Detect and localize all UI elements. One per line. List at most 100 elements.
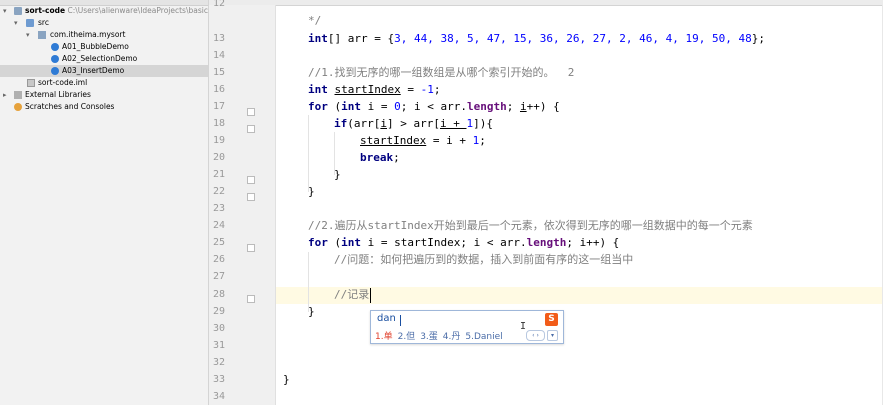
code-text: i =: [361, 100, 395, 113]
fold-marker[interactable]: [247, 193, 255, 201]
ime-candidate-window[interactable]: dan S 1.单 2.但 3.蛋 4.丹 5.Daniel ‹ › ▾: [370, 310, 564, 344]
ime-candidate[interactable]: 2.但: [398, 332, 416, 342]
ime-page-arrows-icon[interactable]: ‹ ›: [526, 330, 545, 341]
sogou-logo-icon[interactable]: S: [545, 313, 558, 326]
code-text: ;: [506, 100, 520, 113]
code-keyword: int: [341, 100, 361, 113]
tree-item-label: A01_BubbleDemo: [62, 42, 129, 51]
ime-menu-icon[interactable]: ▾: [547, 330, 558, 341]
line-number: 32: [212, 357, 225, 368]
code-text: (: [327, 100, 342, 113]
code-comment[interactable]: //2.遍历从startIndex开始到最后一个元素，依次得到无序的哪一组数据中…: [308, 217, 753, 234]
code-variable: i +: [439, 117, 467, 130]
class-icon: [51, 43, 59, 51]
editor-tab-strip: [209, 0, 883, 6]
code-text: (arr[: [347, 117, 381, 130]
line-number: 24: [212, 220, 225, 231]
code-line[interactable]: }: [334, 166, 341, 183]
library-icon: [14, 91, 22, 99]
project-tool-window: ▾ sort-code C:\Users\alienware\IdeaProje…: [0, 0, 209, 405]
tree-item-class[interactable]: A01_BubbleDemo: [0, 41, 208, 53]
line-number: 22: [212, 186, 225, 197]
module-file-icon: [27, 79, 35, 87]
chevron-down-icon[interactable]: ▾: [14, 17, 18, 29]
code-keyword: int: [308, 32, 328, 45]
ime-candidate[interactable]: 4.丹: [443, 332, 461, 342]
tree-item-package[interactable]: ▾ com.itheima.mysort: [0, 29, 208, 41]
code-comment-current[interactable]: //记录: [334, 286, 369, 303]
line-number: 27: [212, 271, 225, 282]
code-line[interactable]: startIndex = i + 1;: [360, 132, 486, 149]
fold-marker[interactable]: [247, 244, 255, 252]
line-number: 12: [212, 0, 225, 9]
code-comment[interactable]: //1.找到无序的哪一组数组是从哪个索引开始的。 2: [308, 64, 574, 81]
code-line[interactable]: */: [308, 12, 321, 29]
code-line[interactable]: }: [283, 371, 290, 388]
tree-item-class-selected[interactable]: A03_InsertDemo: [0, 65, 208, 77]
code-field: length: [466, 100, 507, 113]
code-line[interactable]: break;: [360, 149, 400, 166]
code-line[interactable]: }: [308, 303, 315, 320]
chevron-down-icon[interactable]: ▾: [3, 5, 7, 17]
code-line[interactable]: if(arr[i] > arr[i + 1]){: [334, 115, 493, 132]
tree-item-root[interactable]: ▾ sort-code C:\Users\alienware\IdeaProje…: [0, 5, 208, 17]
code-text: [] arr = {: [327, 32, 395, 45]
fold-marker[interactable]: [247, 176, 255, 184]
line-number: 19: [212, 135, 225, 146]
code-text: =: [400, 83, 421, 96]
tree-item-iml[interactable]: sort-code.iml: [0, 77, 208, 89]
class-icon: [51, 55, 59, 63]
tree-item-scratches[interactable]: Scratches and Consoles: [0, 101, 208, 113]
code-variable: startIndex: [334, 83, 401, 96]
tree-item-src[interactable]: ▾ src: [0, 17, 208, 29]
code-text: ]){: [473, 117, 493, 130]
tree-item-label: sort-code.iml: [38, 78, 88, 87]
code-keyword: break: [360, 151, 394, 164]
package-icon: [38, 31, 46, 39]
code-text: (: [327, 236, 342, 249]
ime-candidate[interactable]: 5.Daniel: [465, 332, 502, 342]
code-line[interactable]: }: [308, 183, 315, 200]
line-number: 21: [212, 169, 225, 180]
chevron-down-icon[interactable]: ▾: [26, 29, 30, 41]
line-number: 15: [212, 67, 225, 78]
line-number: 34: [212, 391, 225, 402]
line-number: 30: [212, 323, 225, 334]
code-field: length: [526, 236, 567, 249]
code-line[interactable]: for (int i = 0; i < arr.length; i++) {: [308, 98, 560, 115]
line-number: 20: [212, 152, 225, 163]
ime-candidate[interactable]: 1.单: [375, 332, 393, 342]
line-number: 33: [212, 374, 225, 385]
code-line[interactable]: int[] arr = {3, 44, 38, 5, 47, 15, 36, 2…: [308, 30, 765, 47]
line-number: 29: [212, 306, 225, 317]
fold-marker[interactable]: [247, 108, 255, 116]
code-line[interactable]: for (int i = startIndex; i < arr.length;…: [308, 234, 619, 251]
code-comment[interactable]: //问题：如何把遍历到的数据，插入到前面有序的这一组当中: [334, 251, 633, 268]
ime-candidate[interactable]: 3.蛋: [420, 332, 438, 342]
chevron-right-icon[interactable]: ▸: [3, 89, 7, 101]
fold-marker[interactable]: [247, 125, 255, 133]
text-cursor-icon: I: [520, 321, 527, 332]
code-keyword: for: [308, 100, 328, 113]
tree-item-label: src: [38, 18, 49, 27]
fold-marker[interactable]: [247, 295, 255, 303]
code-keyword: int: [341, 236, 361, 249]
gutter-separator: [275, 5, 276, 405]
tree-item-class[interactable]: A02_SelectionDemo: [0, 53, 208, 65]
folder-icon: [14, 7, 22, 15]
code-text: ; i < arr.: [400, 100, 467, 113]
code-text: ;: [479, 134, 486, 147]
project-path: C:\Users\alienware\IdeaProjects\basic-co…: [67, 6, 209, 15]
code-text: ;: [433, 83, 441, 96]
code-text: ;: [393, 151, 400, 164]
code-number: 3, 44, 38, 5, 47, 15, 36, 26, 27, 2, 46,…: [394, 32, 752, 45]
tree-item-external-libraries[interactable]: ▸ External Libraries: [0, 89, 208, 101]
ime-caret: [400, 315, 401, 326]
tree-item-label: External Libraries: [25, 90, 91, 99]
code-text: ++) {: [526, 100, 560, 113]
line-number: 26: [212, 254, 225, 265]
line-number: 18: [212, 118, 225, 129]
code-line[interactable]: int startIndex = -1;: [308, 81, 440, 98]
tree-item-label: Scratches and Consoles: [25, 102, 115, 111]
class-icon: [51, 67, 59, 75]
